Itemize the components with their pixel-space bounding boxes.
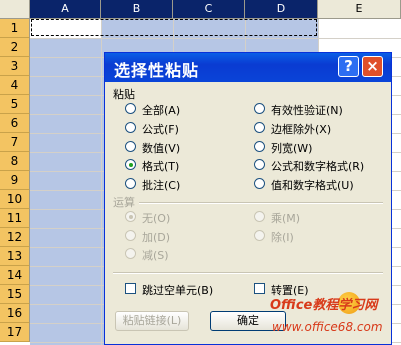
row-header[interactable]: 10 <box>0 190 30 209</box>
help-button[interactable]: ? <box>338 56 359 77</box>
divider <box>113 272 383 274</box>
radio-icon <box>254 122 265 133</box>
select-all-corner[interactable] <box>0 0 30 19</box>
row-header[interactable]: 12 <box>0 228 30 247</box>
row-header[interactable]: 2 <box>0 38 30 57</box>
radio-icon <box>254 103 265 114</box>
radio-icon <box>254 159 265 170</box>
row-header[interactable]: 1 <box>0 19 30 38</box>
close-button[interactable]: × <box>362 56 383 77</box>
row-header[interactable]: 9 <box>0 171 30 190</box>
radio-icon <box>125 230 136 241</box>
radio-icon <box>125 178 136 189</box>
column-header-e[interactable]: E <box>318 0 401 19</box>
column-header-a[interactable]: A <box>30 0 101 19</box>
gridline <box>101 19 102 345</box>
dialog-titlebar[interactable]: 选择性粘贴 ? × <box>105 53 391 82</box>
radio-checked-icon <box>125 211 136 222</box>
divider <box>139 202 383 204</box>
radio-icon <box>125 122 136 133</box>
row-header[interactable]: 6 <box>0 114 30 133</box>
row-header[interactable]: 14 <box>0 266 30 285</box>
column-header-d[interactable]: D <box>245 0 318 19</box>
paste-section-label: 粘贴 <box>113 88 135 101</box>
radio-icon <box>254 141 265 152</box>
radio-icon <box>125 141 136 152</box>
watermark-logo: Office教程学习网 www.office68.com <box>270 292 401 345</box>
row-header[interactable]: 7 <box>0 133 30 152</box>
operation-section-label: 运算 <box>113 196 135 209</box>
radio-icon <box>254 230 265 241</box>
row-header[interactable]: 16 <box>0 304 30 323</box>
row-header[interactable]: 11 <box>0 209 30 228</box>
gridline <box>30 38 401 39</box>
paste-link-button[interactable]: 粘贴链接(L) <box>115 311 189 331</box>
dialog-title: 选择性粘贴 <box>114 61 200 80</box>
radio-icon <box>254 211 265 222</box>
column-header-b[interactable]: B <box>101 0 173 19</box>
radio-icon <box>125 103 136 114</box>
row-header[interactable]: 4 <box>0 76 30 95</box>
watermark-line2: www.office68.com <box>272 320 383 334</box>
radio-checked-icon <box>125 159 136 170</box>
copy-marquee <box>31 19 317 36</box>
checkbox-icon <box>254 283 265 294</box>
row-header[interactable]: 15 <box>0 285 30 304</box>
row-header[interactable]: 8 <box>0 152 30 171</box>
checkbox-icon <box>125 283 136 294</box>
watermark-line1: Office教程学习网 <box>270 298 378 313</box>
radio-icon <box>125 248 136 259</box>
row-header[interactable]: 5 <box>0 95 30 114</box>
row-header[interactable]: 13 <box>0 247 30 266</box>
radio-icon <box>254 178 265 189</box>
row-header[interactable]: 17 <box>0 323 30 342</box>
column-header-c[interactable]: C <box>173 0 245 19</box>
row-header[interactable]: 3 <box>0 57 30 76</box>
